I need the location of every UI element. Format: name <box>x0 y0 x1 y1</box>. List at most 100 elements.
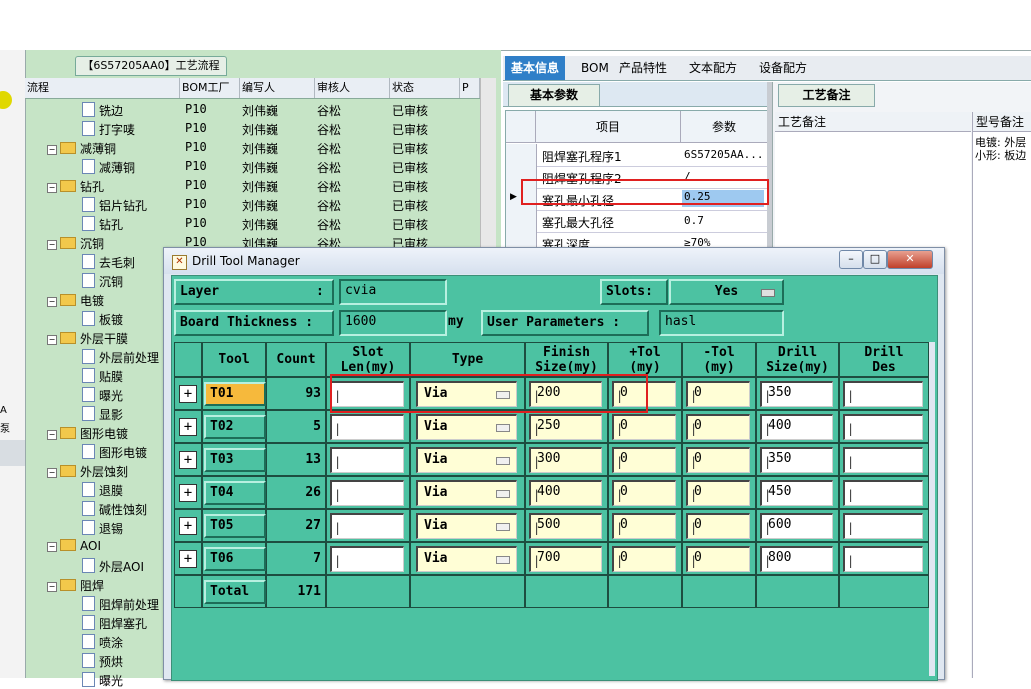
tool-button[interactable]: T06 <box>204 547 266 571</box>
plus-tol-input[interactable]: | 0 <box>612 447 676 473</box>
grid-scroll-edge[interactable] <box>929 342 935 676</box>
expand-plus-icon[interactable]: + <box>179 385 197 403</box>
tree-node[interactable]: 阻焊塞孔 <box>82 615 147 632</box>
maximize-button[interactable]: □ <box>863 250 887 269</box>
finish-size-input[interactable]: | 500 <box>529 513 602 539</box>
tab-text-recipe[interactable]: 文本配方 <box>683 56 743 80</box>
tree-node[interactable]: 铣边 <box>82 102 123 119</box>
tree-node[interactable]: 外层前处理 <box>82 349 159 366</box>
expander-icon[interactable]: − <box>47 335 57 345</box>
board-thickness-field[interactable]: 1600 <box>339 310 447 336</box>
tab-equipment-recipe[interactable]: 设备配方 <box>753 56 813 80</box>
tree-row[interactable]: 打字唛 P10 刘伟巍 谷松 已审核 <box>25 119 495 138</box>
col-author[interactable]: 编写人 <box>240 78 315 98</box>
expander-icon[interactable]: − <box>47 145 57 155</box>
minus-tol-input[interactable]: | 0 <box>686 414 750 440</box>
col-model-notes[interactable]: 型号备注 <box>972 112 1031 132</box>
tree-node[interactable]: 显影 <box>82 406 123 423</box>
minus-tol-input[interactable]: | 0 <box>686 546 750 572</box>
tree-node[interactable]: − 钻孔 <box>47 178 104 195</box>
expand-plus-icon[interactable]: + <box>179 550 197 568</box>
drill-size-input[interactable]: | 600 <box>760 513 833 539</box>
expand-plus-icon[interactable]: + <box>179 484 197 502</box>
slots-dropdown[interactable]: Yes <box>669 279 784 305</box>
tree-node[interactable]: − 减薄铜 <box>47 140 116 157</box>
plus-tol-input[interactable]: | 0 <box>612 513 676 539</box>
minus-tol-input[interactable]: | 0 <box>686 480 750 506</box>
drill-des-input[interactable]: | <box>843 414 923 440</box>
plus-tol-input[interactable]: | 0 <box>612 480 676 506</box>
tree-node[interactable]: 图形电镀 <box>82 444 147 461</box>
expand-plus-icon[interactable]: + <box>179 418 197 436</box>
finish-size-input[interactable]: | 300 <box>529 447 602 473</box>
param-row[interactable]: 塞孔最大孔径 0.7 <box>506 210 768 233</box>
plus-tol-input[interactable]: | 0 <box>612 546 676 572</box>
tree-row[interactable]: 钻孔 P10 刘伟巍 谷松 已审核 <box>25 214 495 233</box>
process-flow-tab[interactable]: 【6S57205AA0】工艺流程 <box>75 56 227 76</box>
tree-node[interactable]: 去毛刺 <box>82 254 135 271</box>
tree-node[interactable]: 减薄铜 <box>82 159 135 176</box>
tree-node[interactable]: 打字唛 <box>82 121 135 138</box>
slot-len-input[interactable]: | <box>330 447 404 473</box>
tree-node[interactable]: 阻焊前处理 <box>82 596 159 613</box>
model-notes-body[interactable]: 电镀: 外层 小形: 板边 <box>972 132 1031 678</box>
slot-len-input[interactable]: | <box>330 546 404 572</box>
tool-button[interactable]: T05 <box>204 514 266 538</box>
slot-len-input[interactable]: | <box>330 513 404 539</box>
tree-node[interactable]: 喷涂 <box>82 634 123 651</box>
finish-size-input[interactable]: | 400 <box>529 480 602 506</box>
type-dropdown[interactable]: Via <box>416 513 517 539</box>
minus-tol-input[interactable]: | 0 <box>686 513 750 539</box>
expander-icon[interactable]: − <box>47 183 57 193</box>
tree-node[interactable]: 钻孔 <box>82 216 123 233</box>
tree-node[interactable]: 铝片钻孔 <box>82 197 147 214</box>
tree-row[interactable]: 铣边 P10 刘伟巍 谷松 已审核 <box>25 100 495 119</box>
expand-plus-icon[interactable]: + <box>179 517 197 535</box>
expander-icon[interactable]: − <box>47 468 57 478</box>
tab-product-features[interactable]: 产品特性 <box>613 56 673 80</box>
expander-icon[interactable]: − <box>47 297 57 307</box>
drill-size-input[interactable]: | 350 <box>760 381 833 407</box>
drill-size-input[interactable]: | 450 <box>760 480 833 506</box>
minus-tol-input[interactable]: | 0 <box>686 447 750 473</box>
tree-node[interactable]: 碱性蚀刻 <box>82 501 147 518</box>
left-tab[interactable] <box>0 440 25 466</box>
tree-node[interactable]: − 外层蚀刻 <box>47 463 128 480</box>
tool-button[interactable]: T04 <box>204 481 266 505</box>
type-dropdown[interactable]: Via <box>416 480 517 506</box>
tree-node[interactable]: − 外层干膜 <box>47 330 128 347</box>
close-button[interactable]: ✕ <box>887 250 933 269</box>
expander-icon[interactable]: − <box>47 240 57 250</box>
type-dropdown[interactable]: Via <box>416 546 517 572</box>
col-flow[interactable]: 流程 <box>25 78 180 98</box>
row-header[interactable] <box>506 144 537 166</box>
type-dropdown[interactable]: Via <box>416 447 517 473</box>
tab-bom[interactable]: BOM <box>575 56 615 80</box>
drill-size-input[interactable]: | 800 <box>760 546 833 572</box>
finish-size-input[interactable]: | 250 <box>529 414 602 440</box>
col-param[interactable]: 参数 <box>681 111 768 143</box>
tree-node[interactable]: 曝光 <box>82 672 123 689</box>
tool-button[interactable]: T01 <box>204 382 266 406</box>
drill-des-input[interactable]: | <box>843 546 923 572</box>
drill-des-input[interactable]: | <box>843 513 923 539</box>
col-craft-notes[interactable]: 工艺备注 <box>775 112 971 132</box>
slot-len-input[interactable]: | <box>330 480 404 506</box>
minus-tol-input[interactable]: | 0 <box>686 381 750 407</box>
tree-node[interactable]: 贴膜 <box>82 368 123 385</box>
tool-button[interactable]: T03 <box>204 448 266 472</box>
expander-icon[interactable]: − <box>47 582 57 592</box>
drill-des-input[interactable]: | <box>843 381 923 407</box>
drill-des-input[interactable]: | <box>843 447 923 473</box>
window-titlebar[interactable]: ✕ Drill Tool Manager – □ ✕ <box>164 248 944 274</box>
finish-size-input[interactable]: | 700 <box>529 546 602 572</box>
tree-node[interactable]: 外层AOI <box>82 558 144 575</box>
expand-plus-icon[interactable]: + <box>179 451 197 469</box>
user-params-field[interactable]: hasl <box>659 310 784 336</box>
tree-node[interactable]: − AOI <box>47 539 101 553</box>
expander-icon[interactable]: − <box>47 430 57 440</box>
tab-basic-info[interactable]: 基本信息 <box>505 56 566 80</box>
tab-craft-notes[interactable]: 工艺备注 <box>778 84 875 107</box>
col-item[interactable]: 项目 <box>536 111 681 143</box>
col-status[interactable]: 状态 <box>390 78 460 98</box>
